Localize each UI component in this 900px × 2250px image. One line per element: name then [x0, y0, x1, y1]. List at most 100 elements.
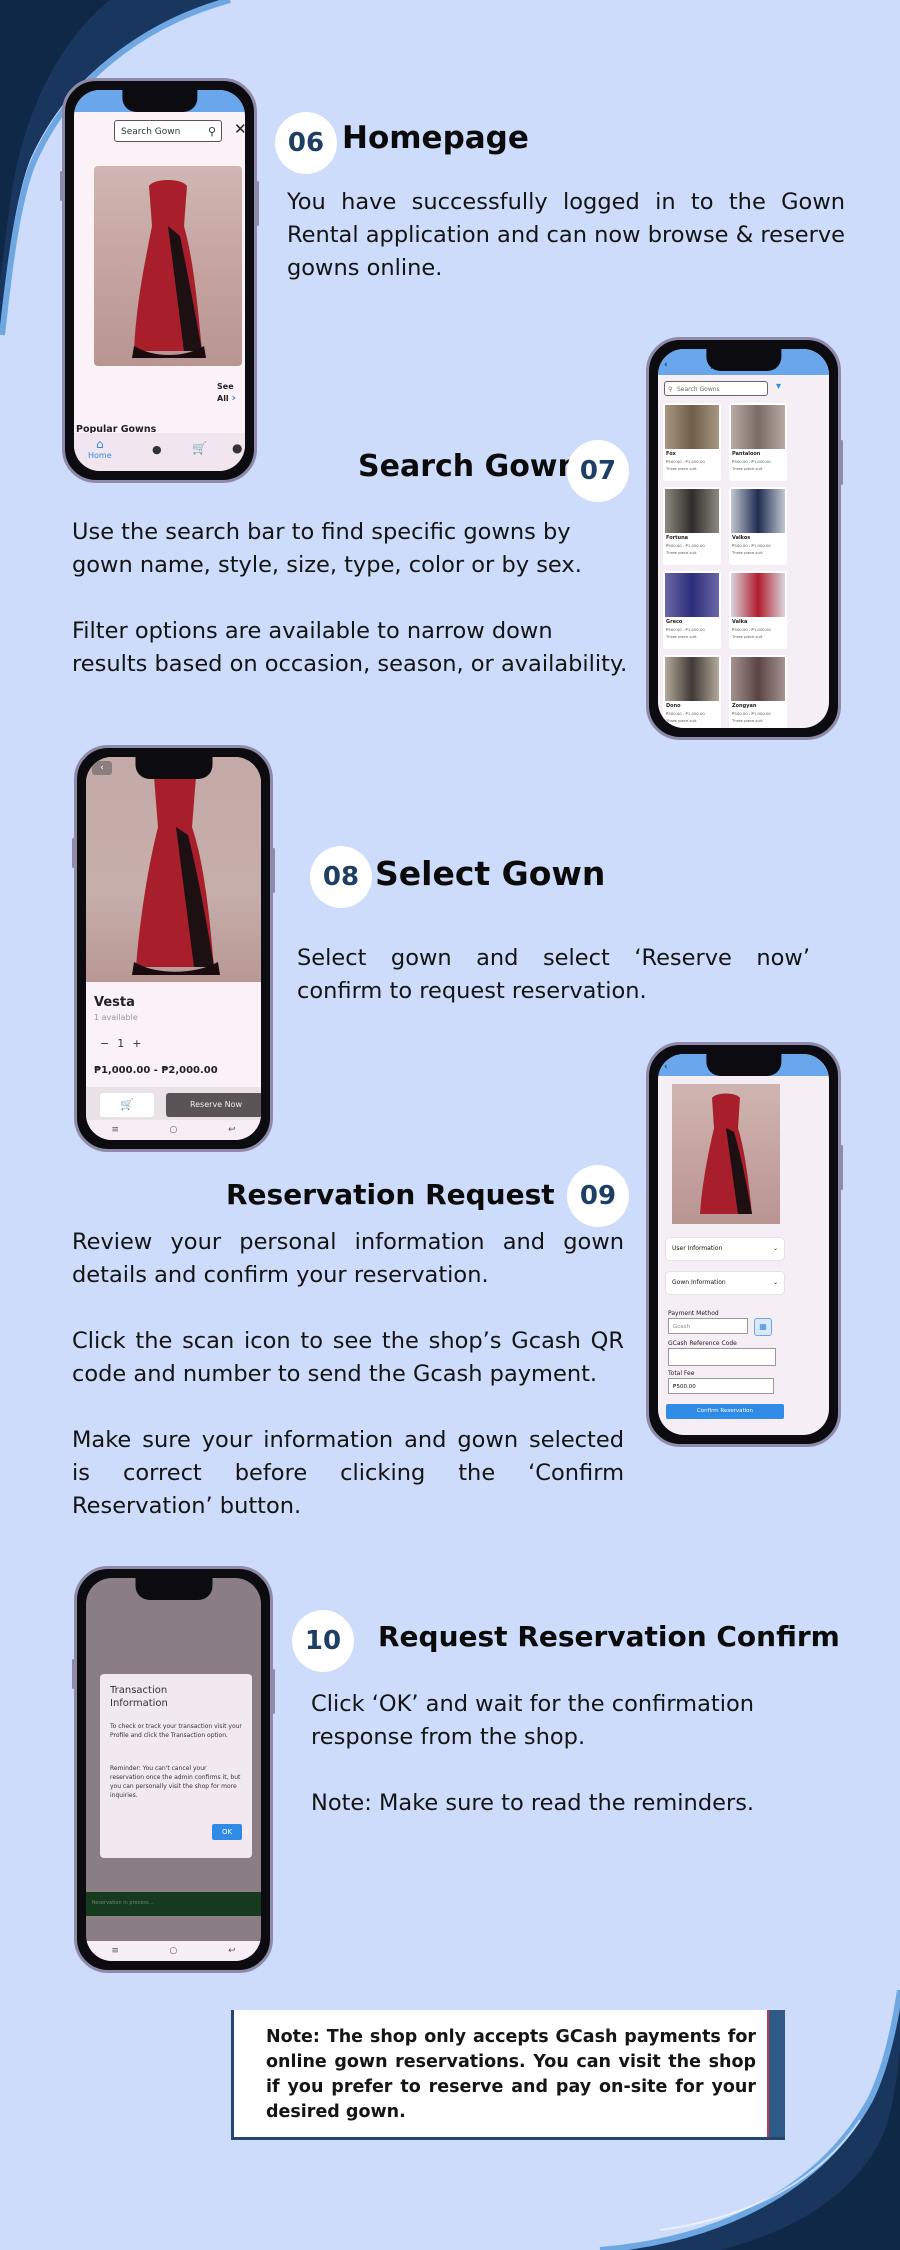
toast-text: Reservation in process...: [92, 1900, 154, 1906]
ok-button[interactable]: OK: [212, 1824, 242, 1840]
gown-card[interactable]: Fortuna ₱500.00 - ₱1,000.00 Three piece su…: [663, 487, 721, 565]
gown-availability: 1 available: [94, 1013, 138, 1022]
gown-card-price: ₱500.00 - ₱1,000.00: [666, 459, 705, 464]
gown-thumbnail: [665, 573, 719, 617]
back-icon[interactable]: ↩: [228, 1125, 236, 1135]
scan-qr-icon[interactable]: ▦: [754, 1318, 772, 1336]
home-icon[interactable]: ○: [170, 1946, 178, 1956]
close-icon[interactable]: ✕: [234, 120, 245, 138]
bottom-nav: ⌂ Home ● 🛒 ●: [74, 433, 245, 471]
home-icon[interactable]: ○: [170, 1125, 178, 1135]
payment-note-text: Note: The shop only accepts GCash paymen…: [266, 2027, 756, 2122]
step-title-request-reservation-confirm: Request Reservation Confirm: [378, 1620, 840, 1653]
phone-gown-detail: ‹ Vesta 1 available −1+ ₱1,000.00 - ₱2,0…: [72, 745, 275, 1152]
menu-icon[interactable]: ≡: [111, 1946, 119, 1956]
cart-icon[interactable]: 🛒: [192, 441, 207, 455]
gown-thumbnail: [665, 489, 719, 533]
gown-card[interactable]: Valka ₱500.00 - ₱1,000.00 Three piece suit: [729, 571, 787, 649]
total-fee-value: ₱500.00: [673, 1384, 696, 1390]
confirm-reservation-button[interactable]: Confirm Reservation: [666, 1404, 784, 1419]
gown-card-description: Three piece suit: [732, 634, 763, 639]
gown-card-name: Zongyan: [732, 703, 757, 709]
gown-information-label: Gown Information: [672, 1279, 726, 1286]
gown-card-name: Greco: [666, 619, 683, 625]
gown-thumbnail: [731, 489, 785, 533]
menu-icon[interactable]: ≡: [111, 1125, 119, 1135]
reserve-now-button[interactable]: Reserve Now: [166, 1093, 261, 1117]
step-title-search-gown: Search Gown: [358, 449, 579, 484]
gown-card[interactable]: Pantaloon ₱500.00 - ₱1,000.00 Three piece …: [729, 403, 787, 481]
gown-card[interactable]: Fox ₱500.00 - ₱1,000.00 Three piece suit: [663, 403, 721, 481]
step-number-07: 07: [567, 440, 629, 502]
step-07-paragraph-2: Filter options are available to narrow d…: [72, 618, 628, 677]
gown-thumbnail: [731, 657, 785, 701]
total-fee-field: ₱500.00: [668, 1378, 774, 1394]
gown-card[interactable]: Zongyan ₱500.00 - ₱1,000.00 Three piece su…: [729, 655, 787, 728]
search-icon: ⚲: [668, 386, 673, 393]
step-title-homepage: Homepage: [342, 120, 529, 156]
step-10-description: Click ‘OK’ and wait for the confirmation…: [311, 1688, 851, 1820]
phone-search: ‹ Available Gowns ⚲ Search Gowns ▾ Fox₱5…: [646, 337, 843, 740]
cart-icon: 🛒: [120, 1098, 134, 1111]
gown-card[interactable]: Valkos ₱500.00 - ₱1,000.00 Three piece sui…: [729, 487, 787, 565]
payment-method-select[interactable]: Gcash: [668, 1318, 748, 1334]
gown-card-description: Three piece suit: [732, 550, 763, 555]
step-06-description: You have successfully logged in to the G…: [287, 186, 845, 285]
gown-image[interactable]: [94, 166, 242, 366]
search-input[interactable]: Search Gown ⚲: [114, 120, 222, 142]
chevron-right-icon: ›: [231, 391, 237, 404]
gown-card[interactable]: Dono ₱500.00 - ₱1,000.00 Three piece suit: [663, 655, 721, 728]
step-09-paragraph-1: Review your personal information and gow…: [72, 1229, 624, 1288]
gown-card-price: ₱500.00 - ₱1,000.00: [732, 711, 771, 716]
step-title-select-gown: Select Gown: [375, 854, 606, 893]
step-number-06: 06: [275, 112, 337, 174]
step-10-paragraph-2: Note: Make sure to read the reminders.: [311, 1790, 755, 1816]
bell-icon[interactable]: ●: [152, 443, 162, 456]
dialog-title: Transaction Information: [110, 1685, 168, 1709]
nav-home[interactable]: ⌂ Home: [88, 437, 112, 460]
back-icon[interactable]: ↩: [228, 1946, 236, 1956]
gown-card-description: Three piece suit: [666, 550, 697, 555]
profile-icon[interactable]: ●: [232, 441, 242, 455]
gown-information-dropdown[interactable]: Gown Information ⌄: [666, 1272, 784, 1294]
filter-icon[interactable]: ▾: [776, 381, 781, 392]
gown-card-description: Three piece suit: [666, 634, 697, 639]
gown-price: ₱1,000.00 - ₱2,000.00: [94, 1065, 218, 1076]
search-icon: ⚲: [207, 125, 216, 138]
gown-card-description: Three piece suit: [732, 466, 763, 471]
search-placeholder: Search Gown: [121, 127, 181, 137]
quantity-value: 1: [117, 1037, 133, 1050]
gown-card-name: Fortuna: [666, 535, 688, 541]
quantity-stepper[interactable]: −1+: [100, 1037, 149, 1050]
gown-card-price: ₱500.00 - ₱1,000.00: [666, 543, 705, 548]
step-09-paragraph-2: Click the scan icon to see the shop’s Gc…: [72, 1328, 624, 1387]
gown-card-name: Pantaloon: [732, 451, 761, 457]
step-09-description: Review your personal information and gow…: [72, 1226, 624, 1523]
gown-card-price: ₱500.00 - ₱1,000.00: [666, 711, 705, 716]
gown-card-name: Fox: [666, 451, 676, 457]
search-gowns-input[interactable]: ⚲ Search Gowns: [664, 381, 768, 396]
total-fee-label: Total Fee: [668, 1370, 695, 1377]
dialog-body-1: To check or track your transaction visit…: [110, 1723, 242, 1739]
gown-detail-image: [86, 757, 261, 982]
reference-code-label: GCash Reference Code: [668, 1340, 737, 1347]
gown-card[interactable]: Greco ₱500.00 - ₱1,000.00 Three piece suit: [663, 571, 721, 649]
step-title-reservation-request: Reservation Request: [226, 1178, 555, 1211]
see-all-link[interactable]: See All ›: [217, 382, 245, 404]
gown-name: Vesta: [94, 995, 135, 1010]
chevron-down-icon: ⌄: [772, 1245, 778, 1252]
gown-card-name: Valka: [732, 619, 748, 625]
android-nav-bar: ≡ ○ ↩: [86, 1120, 261, 1140]
gown-card-name: Dono: [666, 703, 681, 709]
gown-thumbnail: [665, 657, 719, 701]
back-button[interactable]: ‹: [92, 761, 112, 775]
gown-card-description: Three piece suit: [666, 466, 697, 471]
gown-card-price: ₱500.00 - ₱1,000.00: [666, 627, 705, 632]
reference-code-input[interactable]: [668, 1348, 776, 1366]
user-information-dropdown[interactable]: User Information ⌄: [666, 1238, 784, 1260]
phone-confirm-dialog: Transaction Information To check or trac…: [72, 1566, 275, 1973]
dialog-body-2: Reminder: You can't cancel your reservat…: [110, 1765, 241, 1799]
form-gown-image: [672, 1084, 780, 1224]
step-06-paragraph-1: You have successfully logged in to the G…: [287, 189, 845, 281]
add-to-cart-button[interactable]: 🛒: [100, 1093, 154, 1117]
